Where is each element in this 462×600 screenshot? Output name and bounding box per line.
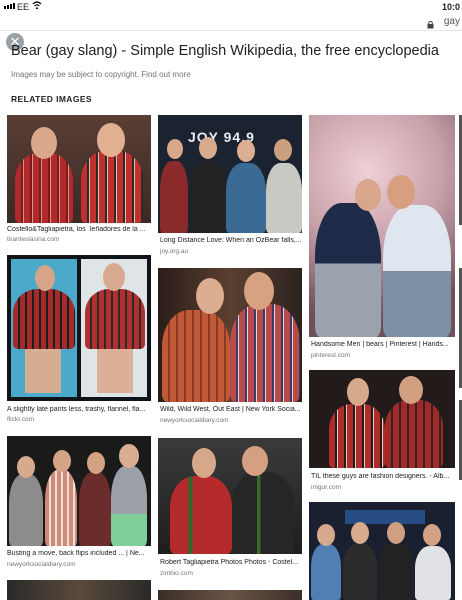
related-image-card[interactable]: Busting a move, back flips included ... … [7, 436, 151, 572]
related-image[interactable] [7, 115, 151, 223]
related-image-card[interactable]: Robert Tagliapietra Photos Photos - Cost… [158, 438, 302, 580]
status-bar: EE 10:0 [0, 0, 462, 14]
browser-url-bar[interactable]: gay [0, 14, 462, 31]
related-image[interactable] [7, 255, 151, 401]
image-caption[interactable]: Busting a move, back flips included ... … [7, 550, 151, 557]
copyright-notice[interactable]: Images may be subject to copyright. Find… [11, 70, 191, 79]
related-image[interactable] [158, 590, 302, 600]
related-image-card[interactable]: Wild, Wild West, Out East | New York Soc… [158, 268, 302, 428]
image-source: joy.org.au [160, 248, 189, 255]
related-image-card[interactable]: Handsome Men | bears | Pinterest | Hands… [309, 115, 455, 361]
image-caption[interactable]: Long Distance Love: When an OzBear falls… [160, 237, 302, 244]
related-image[interactable] [309, 370, 455, 468]
wifi-icon [32, 1, 42, 12]
related-image-card[interactable]: TIL these guys are fashion designers. - … [309, 370, 455, 494]
carrier-label: EE [17, 2, 30, 12]
image-source: imgur.com [311, 484, 341, 491]
related-image-card[interactable] [309, 502, 455, 600]
related-image[interactable] [309, 502, 455, 600]
page-title[interactable]: Bear (gay slang) - Simple English Wikipe… [11, 43, 439, 59]
signal-icon [4, 3, 15, 9]
related-image-card[interactable]: A slightly late pants less, trashy, flan… [7, 255, 151, 427]
image-caption[interactable]: Handsome Men | bears | Pinterest | Hands… [311, 341, 455, 348]
image-caption[interactable]: Wild, Wild West, Out East | New York Soc… [160, 406, 302, 413]
image-caption[interactable]: Costello&Tagliapietra, los ´leñadores de… [7, 226, 151, 233]
image-source: zimbio.com [160, 570, 193, 577]
related-image[interactable] [158, 268, 302, 402]
related-image[interactable] [158, 438, 302, 554]
related-image-card[interactable]: JOY 94.9 Long Distance Love: When an OzB… [158, 115, 302, 259]
url-text[interactable]: gay [444, 16, 460, 27]
image-source: flickr.com [7, 416, 35, 423]
status-time: 10:0 [441, 2, 460, 12]
lock-icon [427, 16, 434, 34]
image-source: pinterest.com [311, 352, 351, 359]
image-caption[interactable]: TIL these guys are fashion designers. - … [311, 473, 455, 480]
image-source: newyorksocialdiary.com [7, 561, 76, 568]
related-images-heading: RELATED IMAGES [11, 94, 93, 104]
related-image[interactable]: JOY 94.9 [158, 115, 302, 233]
related-image-card[interactable]: Costello&Tagliapietra, los ´leñadores de… [7, 115, 151, 247]
related-image[interactable] [7, 580, 151, 600]
related-image[interactable] [7, 436, 151, 546]
image-source: newyorksocialdiary.com [160, 417, 229, 424]
image-caption[interactable]: A slightly late pants less, trashy, flan… [7, 406, 151, 413]
related-image[interactable] [309, 115, 455, 337]
image-source: tiranteslasina.com [7, 236, 60, 243]
image-caption[interactable]: Robert Tagliapietra Photos Photos - Cost… [160, 559, 302, 566]
